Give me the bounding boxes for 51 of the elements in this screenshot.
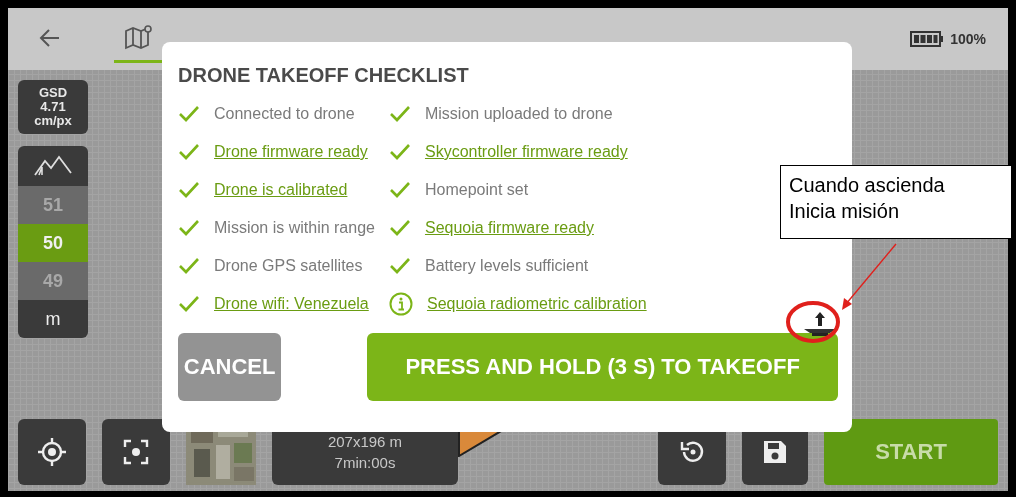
map-icon	[124, 24, 152, 51]
checklist-label: Mission is within range	[214, 219, 375, 237]
checklist-link[interactable]: Drone is calibrated	[214, 181, 348, 199]
check-icon	[178, 295, 200, 313]
checklist-label: Mission uploaded to drone	[424, 105, 613, 123]
check-icon	[388, 219, 411, 237]
locate-button[interactable]	[18, 419, 86, 485]
focus-icon	[123, 439, 149, 465]
area-size: 207x196 m	[327, 433, 403, 450]
highlight-ring	[786, 301, 840, 343]
locate-icon	[37, 437, 67, 467]
focus-button[interactable]	[102, 419, 170, 485]
mountain-icon	[33, 155, 73, 177]
start-button[interactable]: START	[824, 419, 998, 485]
checklist-link[interactable]: Drone firmware ready	[214, 143, 368, 161]
checklist-label: Drone GPS satellites	[214, 257, 363, 275]
checklist-link[interactable]: Sequoia radiometric calibration	[426, 295, 647, 313]
check-icon	[178, 257, 200, 275]
check-icon	[178, 219, 200, 237]
gsd-unit: cm/px	[34, 114, 72, 128]
checklist-link[interactable]: Skycontroller firmware ready	[424, 143, 628, 161]
checklist-link[interactable]: Sequoia firmware ready	[424, 219, 594, 237]
checklist-link[interactable]: Drone wifi: Venezuela	[214, 295, 369, 313]
battery-percent: 100%	[950, 31, 986, 47]
altitude-option[interactable]: 49	[18, 262, 88, 300]
gsd-label: GSD	[38, 86, 68, 100]
check-icon	[178, 181, 200, 199]
save-icon	[762, 439, 788, 465]
battery-icon	[910, 31, 945, 47]
info-icon	[388, 292, 413, 316]
checklist-label: Homepoint set	[424, 181, 529, 199]
takeoff-button[interactable]: PRESS AND HOLD (3 S) TO TAKEOFF	[367, 333, 838, 401]
altitude-option[interactable]: 50	[18, 224, 88, 262]
check-icon	[178, 105, 200, 123]
checklist-label: Connected to drone	[214, 105, 355, 123]
altitude-unit: m	[44, 307, 62, 331]
check-icon	[388, 181, 411, 199]
flight-duration: 7min:00s	[334, 454, 396, 471]
annotation-text: Cuando ascienda	[789, 173, 946, 198]
check-icon	[388, 257, 411, 275]
checklist-label: Battery levels sufficient	[424, 257, 589, 275]
annotation-text: Inicia misión	[789, 199, 901, 224]
gsd-value: 4.71	[40, 100, 66, 114]
altitude-option[interactable]: 51	[18, 186, 88, 224]
check-icon	[388, 143, 411, 161]
check-icon	[178, 143, 200, 161]
back-arrow-icon	[39, 27, 61, 48]
cancel-button[interactable]: CANCEL	[178, 333, 282, 401]
dialog-title: DRONE TAKEOFF CHECKLIST	[178, 64, 470, 87]
annotation-arrow	[842, 243, 897, 310]
check-icon	[388, 105, 411, 123]
